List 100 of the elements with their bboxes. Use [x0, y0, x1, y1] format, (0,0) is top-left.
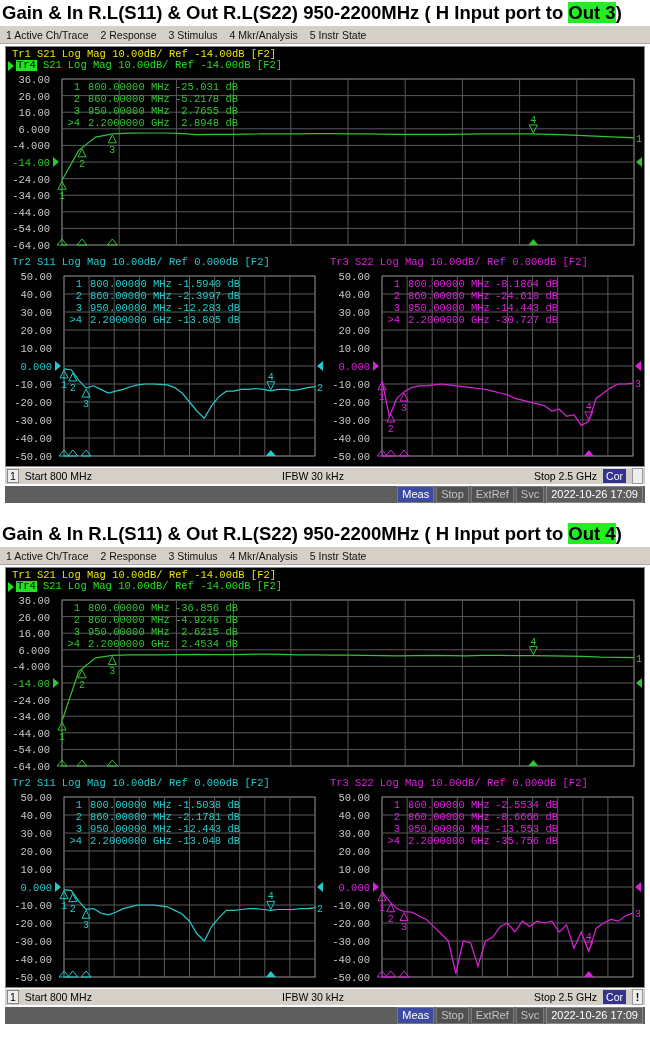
marker-number: 1	[73, 602, 80, 614]
trace-label[interactable]: Tr1	[12, 49, 31, 60]
trace-label[interactable]: Tr2	[12, 778, 31, 789]
reference-arrow-icon	[635, 882, 641, 892]
marker-label: 4	[585, 401, 592, 413]
trace-parameter: S21	[36, 570, 56, 581]
marker-number: 3	[73, 626, 80, 638]
marker-value: -8.6666 dB	[495, 811, 558, 823]
status-indicator: Stop	[436, 486, 469, 503]
marker-number: 3	[393, 823, 400, 835]
trace-settings: Log Mag 10.00dB/ Ref 0.000dB [F2]	[61, 778, 270, 789]
menu-item[interactable]: 4 Mkr/Analysis	[229, 549, 298, 562]
marker-value: -30.727 dB	[495, 314, 558, 326]
correction-indicator: Cor	[603, 469, 626, 483]
y-tick-label: 40.00	[338, 289, 370, 301]
y-tick-label: 0.000	[20, 361, 52, 373]
menu-item[interactable]: 5 Instr State	[309, 549, 367, 562]
marker-label: 4	[585, 932, 592, 944]
trace-label[interactable]: Tr3	[330, 778, 349, 789]
marker-label: 1	[379, 391, 385, 403]
trace-parameter: S21	[42, 60, 62, 71]
ifbw-setting: IFBW 30 kHz	[281, 470, 345, 482]
marker-frequency: 2.2000000 GHz	[408, 314, 490, 326]
marker-number: 2	[75, 811, 82, 823]
marker-label: 1	[61, 900, 67, 912]
stop-frequency: Stop 2.5 GHz	[534, 470, 598, 482]
y-tick-label: -20.00	[332, 918, 370, 930]
y-tick-label: 36.00	[18, 74, 50, 86]
y-tick-label: -30.00	[14, 415, 52, 427]
status-indicator: Svc	[515, 486, 545, 503]
menu-item[interactable]: 4 Mkr/Analysis	[229, 28, 298, 41]
y-tick-label: -40.00	[14, 954, 52, 966]
y-tick-label: -10.00	[14, 379, 52, 391]
trace-parameter: S21	[42, 581, 62, 592]
marker-frequency: 800.00000 MHz	[408, 799, 490, 811]
start-frequency: Start 800 MHz	[24, 470, 92, 482]
trace-settings: Log Mag 10.00dB/ Ref -14.00dB [F2]	[61, 570, 277, 581]
marker-label: 2	[69, 903, 76, 915]
marker-label: 1	[379, 902, 385, 914]
trace-end-label: 1	[636, 133, 642, 145]
marker-label: 4	[530, 114, 537, 126]
y-tick-label: 10.00	[338, 343, 370, 355]
y-tick-label: -40.00	[14, 433, 52, 445]
y-tick-label: 40.00	[338, 810, 370, 822]
marker-frequency: 860.00000 MHz	[88, 614, 170, 626]
menu-item[interactable]: 1 Active Ch/Trace	[6, 549, 89, 562]
empty-indicator	[632, 468, 643, 484]
marker-label: 2	[69, 382, 76, 394]
trace-settings: Log Mag 10.00dB/ Ref 0.000dB [F2]	[379, 257, 588, 268]
menu-item[interactable]: 3 Stimulus	[168, 549, 218, 562]
y-tick-label: -40.00	[332, 954, 370, 966]
y-tick-label: 0.000	[20, 882, 52, 894]
marker-label: 2	[79, 158, 86, 170]
trace-settings: Log Mag 10.00dB/ Ref 0.000dB [F2]	[61, 257, 270, 268]
trace-label[interactable]: Tr1	[12, 570, 31, 581]
trace-label[interactable]: Tr3	[330, 257, 349, 268]
y-tick-label: -20.00	[332, 397, 370, 409]
trace-label[interactable]: Tr4	[16, 581, 37, 592]
marker-frequency: 950.00000 MHz	[408, 823, 490, 835]
menu-item[interactable]: 2 Response	[100, 549, 157, 562]
marker-label: 2	[79, 679, 86, 691]
marker-label: 3	[401, 922, 408, 934]
reference-arrow-icon	[317, 361, 323, 371]
y-tick-label: -10.00	[332, 379, 370, 391]
marker-value: -2.1781 dB	[177, 811, 240, 823]
status-indicator: Meas	[397, 1007, 435, 1024]
marker-frequency: 800.00000 MHz	[88, 81, 170, 93]
channel-number[interactable]: 1	[7, 990, 19, 1004]
y-tick-label: -44.00	[12, 206, 50, 219]
marker-number: >4	[69, 314, 82, 326]
y-tick-label: -4.000	[12, 661, 50, 674]
marker-number: 3	[393, 302, 400, 314]
marker-frequency: 950.00000 MHz	[90, 823, 172, 835]
marker-frequency: 950.00000 MHz	[88, 105, 170, 117]
marker-number: 3	[73, 105, 80, 117]
status-indicator: ExtRef	[470, 486, 514, 503]
menu-item[interactable]: 3 Stimulus	[168, 28, 218, 41]
menu-item[interactable]: 2 Response	[100, 28, 157, 41]
marker-value: -35.756 dB	[495, 835, 558, 847]
marker-label: 3	[83, 920, 90, 932]
marker-value: -2.3997 dB	[177, 290, 240, 302]
trace-label[interactable]: Tr2	[12, 257, 31, 268]
y-tick-label: 0.000	[338, 882, 370, 894]
marker-value: -1.5940 dB	[177, 278, 240, 290]
trace-label[interactable]: Tr4	[16, 60, 37, 71]
y-tick-label: 16.00	[18, 107, 50, 120]
marker-value: -13.553 dB	[495, 823, 558, 835]
marker-number: >4	[387, 314, 400, 326]
marker-number: 2	[393, 811, 400, 823]
marker-number: >4	[69, 835, 82, 847]
marker-number: >4	[67, 638, 80, 650]
y-tick-label: 20.00	[20, 846, 52, 858]
y-tick-label: 40.00	[20, 810, 52, 822]
menu-item[interactable]: 1 Active Ch/Trace	[6, 28, 89, 41]
marker-value: -36.856 dB	[175, 602, 238, 614]
menu-item[interactable]: 5 Instr State	[309, 28, 367, 41]
marker-label: 1	[59, 191, 65, 203]
y-tick-label: -34.00	[12, 711, 50, 724]
marker-frequency: 2.2000000 GHz	[88, 638, 170, 650]
channel-number[interactable]: 1	[7, 469, 19, 483]
